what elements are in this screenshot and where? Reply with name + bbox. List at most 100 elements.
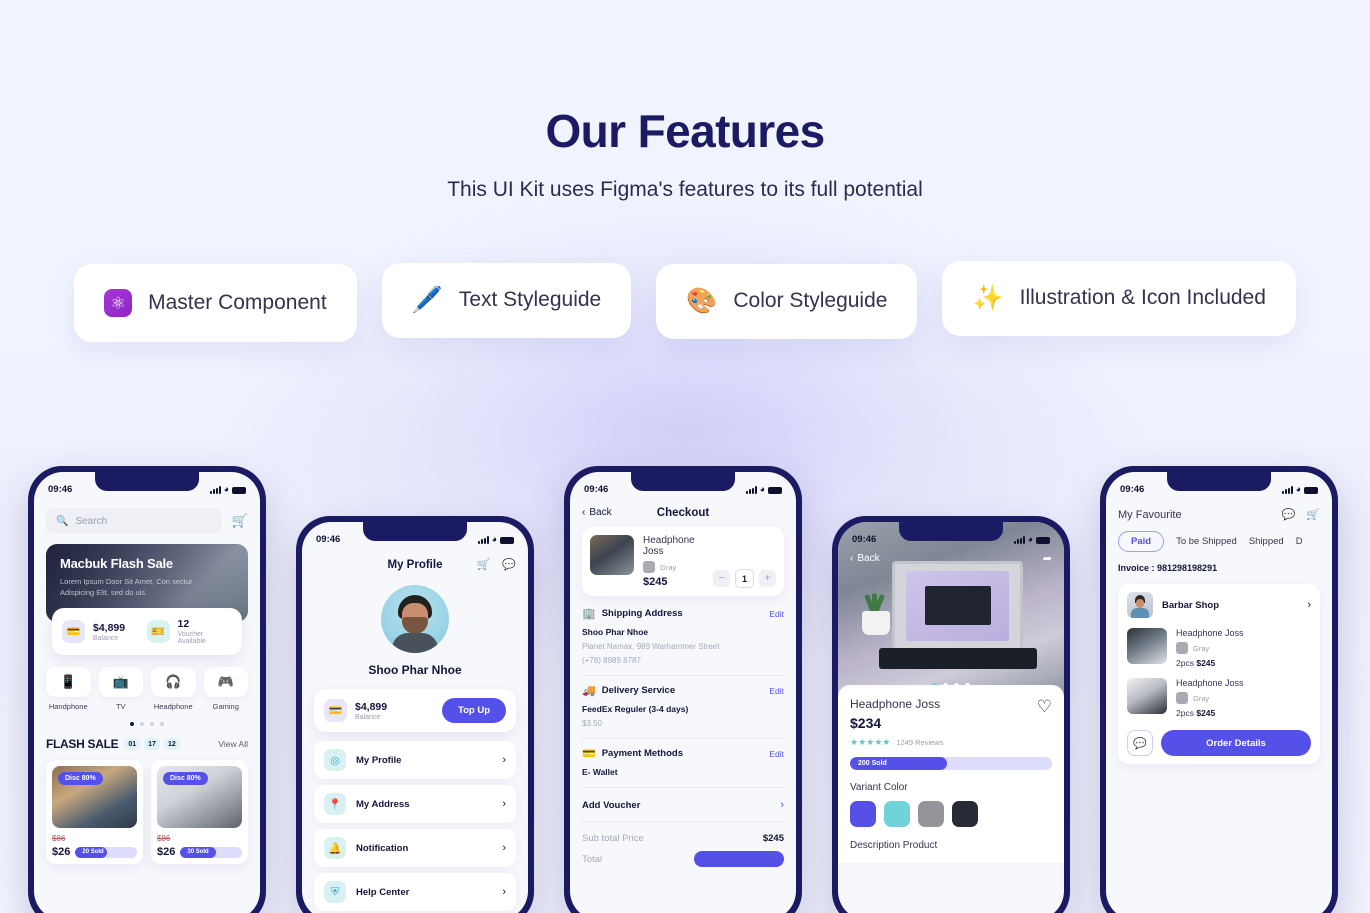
category-label: Headphone [153, 702, 193, 711]
sold-progress: 30 Sold [180, 846, 242, 858]
variant-color-list [850, 801, 1052, 827]
countdown: 01 17 12 [124, 738, 180, 750]
cart-icon[interactable]: 🛒 [477, 558, 491, 571]
signal-icon [1013, 535, 1025, 544]
edit-link[interactable]: Edit [769, 749, 784, 759]
back-button[interactable]: ‹ Back [850, 553, 880, 564]
color-swatch-purple[interactable] [850, 801, 876, 827]
divider [582, 675, 784, 676]
menu-item-my-profile[interactable]: ◎ My Profile › [314, 741, 516, 779]
product-card[interactable]: Disc 80% $86 $26 20 Sold [46, 760, 143, 864]
menu-item-help-center[interactable]: ⛨ Help Center › [314, 873, 516, 911]
add-voucher-label: Add Voucher [582, 799, 641, 811]
tab-to-be-shipped[interactable]: To be Shipped [1176, 536, 1237, 547]
menu-item-notification[interactable]: 🔔 Notification › [314, 829, 516, 867]
chevron-left-icon: ‹ [850, 553, 854, 564]
chat-button[interactable]: 💬 [1127, 730, 1153, 756]
avatar[interactable] [381, 585, 449, 653]
back-button[interactable]: ‹ Back [582, 507, 612, 518]
tab-paid[interactable]: Paid [1118, 531, 1165, 552]
page-title: Checkout [656, 506, 710, 519]
quantity-decrease-button[interactable]: − [713, 570, 730, 587]
share-icon[interactable]: ➦ [1043, 552, 1052, 565]
review-count: 1249 Reviews [896, 738, 944, 747]
feature-label: Master Component [148, 291, 327, 314]
menu-item-my-address[interactable]: 📍 My Address › [314, 785, 516, 823]
feature-label: Illustration & Icon Included [1019, 286, 1266, 309]
tab-shipped[interactable]: Shipped [1249, 536, 1284, 547]
edit-link[interactable]: Edit [769, 609, 784, 619]
pay-button[interactable] [694, 851, 784, 867]
top-up-button[interactable]: Top Up [441, 698, 506, 723]
search-input[interactable]: 🔍 Search [46, 508, 222, 534]
feature-card-master-component[interactable]: ⚛ Master Component [74, 264, 357, 342]
battery-icon [500, 536, 514, 544]
feature-card-illustration-icon[interactable]: ✨ Illustration & Icon Included [942, 260, 1296, 336]
color-swatch [1176, 642, 1188, 654]
divider [582, 787, 784, 788]
tab-delivered[interactable]: D [1296, 536, 1303, 547]
chevron-right-icon: › [780, 799, 784, 811]
add-voucher-row[interactable]: Add Voucher › [582, 799, 784, 811]
subtotal-value: $245 [762, 833, 784, 844]
feature-card-color-styleguide[interactable]: 🎨 Color Styleguide [656, 263, 918, 339]
category-tv[interactable]: 📺 TV [98, 667, 143, 711]
color-swatch-gray[interactable] [918, 801, 944, 827]
voucher-icon: 🎫 [147, 620, 170, 643]
section-title: Shipping Address [601, 608, 683, 619]
color-swatch-dark[interactable] [952, 801, 978, 827]
shipping-name: Shoo Phar Nhoe [582, 627, 649, 637]
card-icon: 💳 [582, 748, 596, 760]
product-price: $234 [850, 715, 882, 731]
gamepad-icon: 🎮 [203, 667, 248, 697]
balance-card: 💳 $4,899 Balance 🎫 12 Voucher Available [52, 608, 242, 655]
shield-check-icon: ⛨ [324, 881, 346, 903]
cart-icon[interactable]: 🛒 [232, 513, 248, 529]
product-image [1127, 628, 1167, 664]
edit-link[interactable]: Edit [769, 686, 784, 696]
shipping-address-section: 🏢 Shipping Address Edit Shoo Phar Nhoe P… [582, 607, 784, 676]
order-details-button[interactable]: Order Details [1161, 730, 1311, 756]
category-handphone[interactable]: 📱 Handphone [46, 667, 91, 711]
countdown-hours: 01 [124, 738, 141, 750]
view-all-link[interactable]: View All [218, 739, 248, 749]
voucher-value: 12 [177, 618, 190, 630]
discount-badge: Disc 80% [58, 772, 103, 785]
section-title: Payment Methods [601, 748, 683, 759]
subtotal-row: Sub total Price $245 [582, 833, 784, 844]
status-time: 09:46 [852, 533, 877, 545]
item-name: Headphone Joss [1176, 678, 1244, 688]
category-headphone[interactable]: 🎧 Headphone [151, 667, 196, 711]
item-variant: Gray [1193, 693, 1210, 703]
category-pager[interactable] [46, 722, 248, 726]
description-label: Description Product [850, 840, 938, 851]
feature-card-list: ⚛ Master Component 🖊️ Text Styleguide 🎨 … [0, 260, 1370, 342]
page-title: My Profile [387, 558, 443, 571]
product-top-bar: ‹ Back ➦ [838, 552, 1064, 565]
feature-card-text-styleguide[interactable]: 🖊️ Text Styleguide [381, 262, 632, 338]
wifi-icon: ◕ [1027, 533, 1033, 544]
color-swatch-cyan[interactable] [884, 801, 910, 827]
quantity-increase-button[interactable]: + [759, 570, 776, 587]
shop-row[interactable]: Barbar Shop › [1127, 592, 1311, 618]
wifi-icon: ◕ [759, 483, 765, 494]
discount-badge: Disc 80% [163, 772, 208, 785]
category-gaming[interactable]: 🎮 Gaming [203, 667, 248, 711]
delivery-option: FeedEx Reguler (3-4 days) [582, 704, 689, 714]
item-variant: Gray [1193, 643, 1210, 653]
chat-icon[interactable]: 💬 [1282, 508, 1296, 521]
delivery-service-section: 🚚 Delivery Service Edit FeedEx Reguler (… [582, 684, 784, 739]
quantity-stepper[interactable]: − 1 + [713, 569, 776, 588]
chat-icon[interactable]: 💬 [502, 558, 516, 571]
profile-menu: ◎ My Profile › 📍 My Address › 🔔 Notifica… [314, 741, 516, 913]
product-card[interactable]: Disc 80% $86 $26 30 Sold [151, 760, 248, 864]
balance-item[interactable]: 💳 $4,899 Balance [62, 618, 147, 645]
voucher-item[interactable]: 🎫 12 Voucher Available [147, 618, 232, 645]
rating-row: ★★★★★ 1249 Reviews [850, 737, 1037, 748]
bell-icon: 🔔 [324, 837, 346, 859]
balance-label: Balance [355, 713, 381, 721]
cart-icon[interactable]: 🛒 [1306, 508, 1320, 521]
order-item: Headphone Joss Gray 2pcs $245 [1127, 628, 1311, 668]
heart-icon[interactable]: ♡ [1037, 697, 1052, 717]
category-label: TV [115, 702, 126, 711]
